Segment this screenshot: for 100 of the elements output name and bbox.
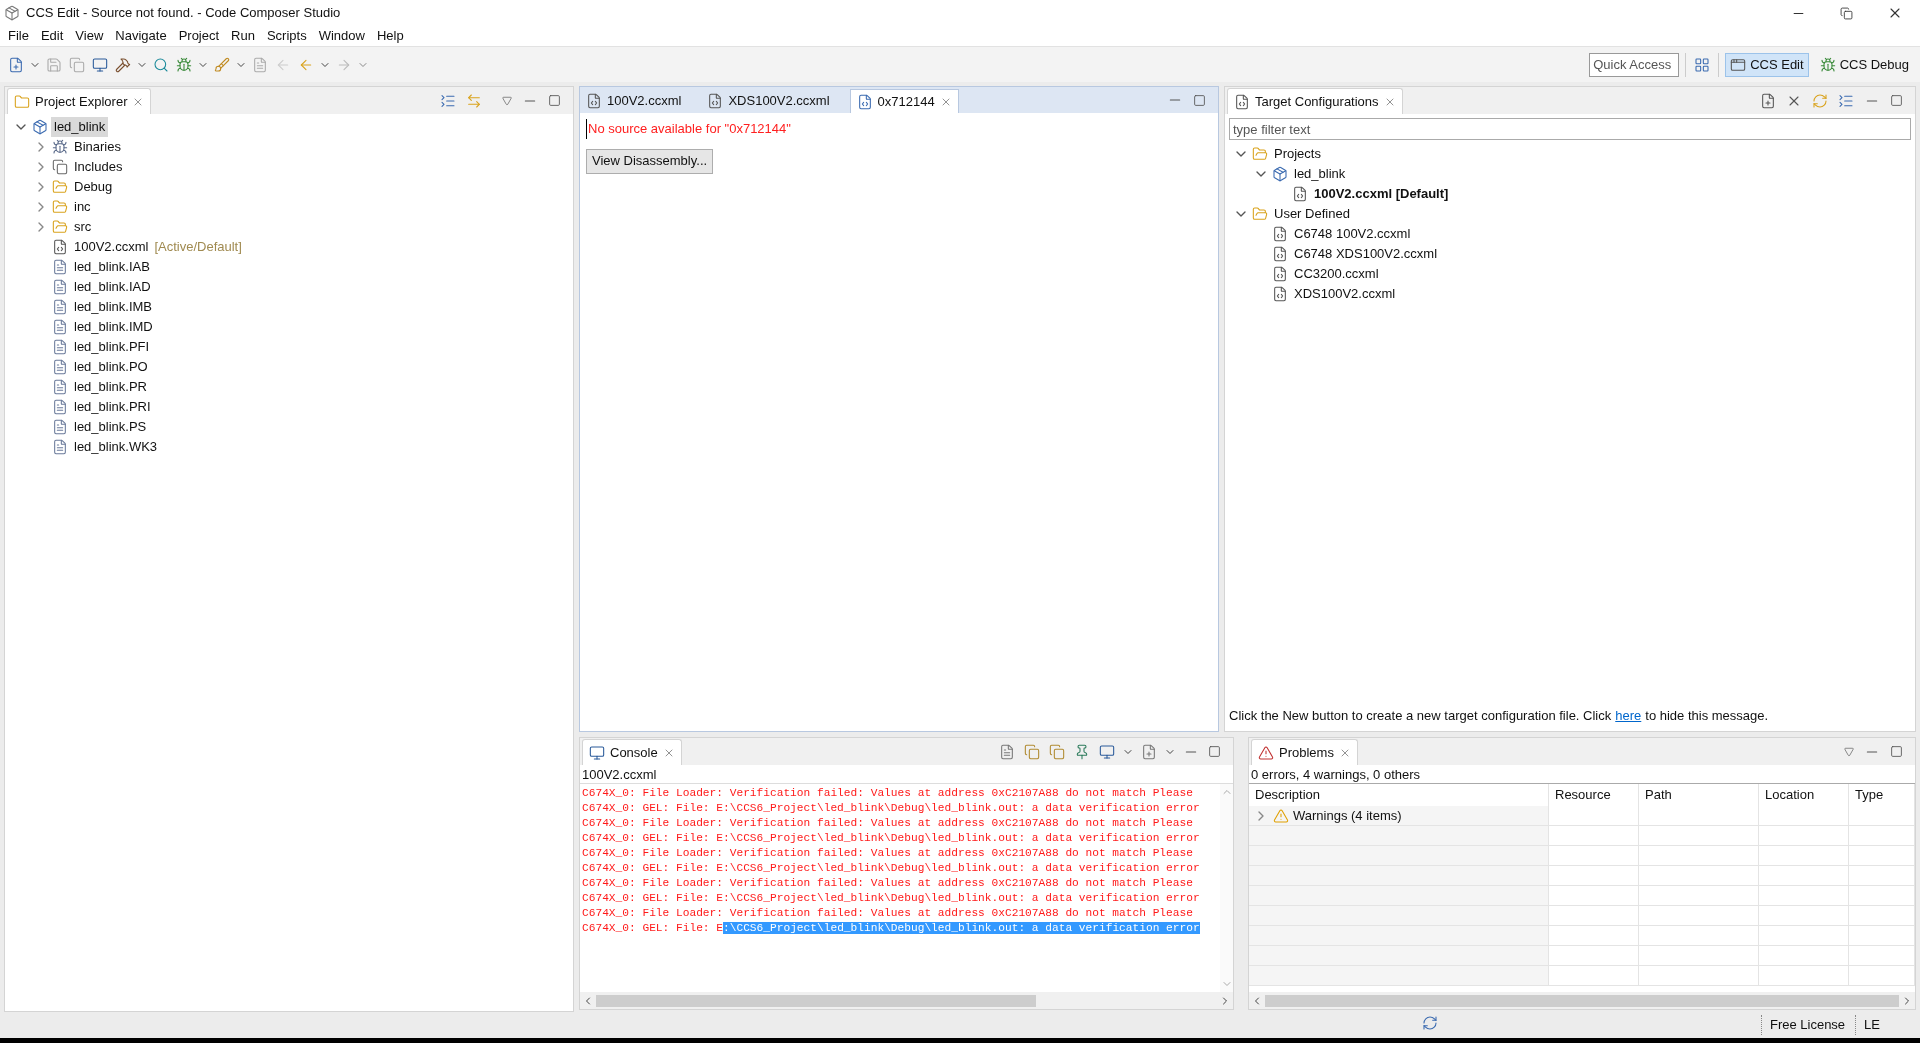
empty-table-cell <box>1849 926 1915 946</box>
folder-icon <box>52 179 68 195</box>
window-title: CCS Edit - Source not found. - Code Composer Studio <box>26 4 341 23</box>
tree-item[interactable]: led_blink.PO <box>71 357 151 377</box>
console-line: C674X_0: GEL: File: E:\CCS6_Project\led_blink\Debug\led_blink.out: a data verification error <box>582 832 1200 844</box>
maximize-icon[interactable] <box>1888 743 1905 760</box>
menu-item[interactable]: Edit <box>34 26 70 46</box>
console-line: C674X_0: File Loader: Verification failed: Values at address 0xC2107A88 do not match Please <box>582 877 1193 889</box>
empty-table-cell <box>1849 866 1915 886</box>
view-tab[interactable]: Target Configurations <box>1227 88 1403 114</box>
empty-table-cell <box>1849 846 1915 866</box>
hint-text: Click the New button to create a new target configuration file. Click <box>1229 706 1612 725</box>
c-file-icon <box>856 93 873 110</box>
view-tab[interactable]: Project Explorer <box>7 88 152 114</box>
tree-item[interactable]: CC3200.ccxml <box>1291 264 1382 284</box>
tree-item[interactable]: led_blink.IMB <box>71 297 156 317</box>
tree-item[interactable]: Includes <box>71 157 126 177</box>
file-icon <box>52 259 68 275</box>
tree-item[interactable]: led_blink.PRI <box>71 397 154 417</box>
quick-access-field[interactable]: Quick Access <box>1589 52 1680 77</box>
status-item: Free License <box>1760 1015 1846 1035</box>
empty-table-cell <box>1849 886 1915 906</box>
editor-tab[interactable]: 0x712144 <box>849 89 959 113</box>
column-header[interactable]: Location <box>1759 784 1849 806</box>
error-message: No source available for "0x712144" <box>586 119 791 139</box>
folder-icon <box>52 219 68 235</box>
config-file-icon <box>1272 226 1288 242</box>
file-icon <box>52 299 68 315</box>
tree-item[interactable]: led_blink.WK3 <box>71 437 161 457</box>
tree-item[interactable]: led_blink.PFI <box>71 337 153 357</box>
tree-item[interactable]: led_blink <box>1291 164 1349 184</box>
view-icon <box>589 744 605 761</box>
file-icon <box>52 439 68 455</box>
file-icon <box>52 319 68 335</box>
menu-item[interactable]: Run <box>225 26 261 46</box>
tree-item[interactable]: src <box>71 217 95 237</box>
menu-item[interactable]: Project <box>172 26 226 46</box>
project-icon <box>32 119 48 135</box>
file-icon <box>52 399 68 415</box>
config-file-icon <box>1272 246 1288 262</box>
menu-item[interactable]: File <box>2 26 35 46</box>
tree-item[interactable]: led_blink.IMD <box>71 317 156 337</box>
hide-message-link[interactable]: here <box>1615 705 1642 725</box>
perspective-button[interactable]: CCS Debug <box>1814 52 1914 77</box>
tree-item[interactable]: led_blink.IAD <box>71 277 154 297</box>
tree-item[interactable]: led_blink.PR <box>71 377 150 397</box>
column-header[interactable]: Resource <box>1549 784 1639 806</box>
problems-summary: 0 errors, 4 warnings, 0 others <box>1250 766 1422 783</box>
console-line: C674X_0: File Loader: Verification failed: Values at address 0xC2107A88 do not match Please <box>582 787 1193 799</box>
tree-item[interactable]: C6748 100V2.ccxml <box>1291 224 1414 244</box>
tree-item[interactable]: Projects <box>1271 144 1324 164</box>
tree-item[interactable]: 100V2.ccxml <box>71 237 152 257</box>
tree-item[interactable]: led_blink.IAB <box>71 257 153 277</box>
selected-text: :\CCS6_Project\led_blink\Debug\led_blink.out: a data verification error <box>723 922 1200 934</box>
maximize-icon[interactable] <box>546 92 563 109</box>
config-file-icon <box>1272 266 1288 282</box>
config-file-icon <box>1292 186 1308 202</box>
console-source: 100V2.ccxml <box>581 766 658 783</box>
menu-item[interactable]: Window <box>312 26 371 46</box>
group-label: Warnings (4 items) <box>1293 806 1402 825</box>
console-line: C674X_0: File Loader: Verification failed: Values at address 0xC2107A88 do not match Please <box>582 817 1193 829</box>
tree-item[interactable]: 100V2.ccxml [Default] <box>1311 184 1452 204</box>
maximize-icon[interactable] <box>1888 92 1905 109</box>
perspective-button[interactable]: CCS Edit <box>1725 52 1809 77</box>
menu-item[interactable]: View <box>69 26 110 46</box>
scrollbar-thumb[interactable] <box>596 994 1036 1007</box>
file-icon <box>52 359 68 375</box>
view-tab[interactable]: Console <box>582 739 682 765</box>
tree-item[interactable]: Binaries <box>71 137 124 157</box>
scrollbar-thumb[interactable] <box>1265 994 1899 1007</box>
menu-item[interactable]: Navigate <box>109 26 173 46</box>
editor-tab[interactable]: XDS100V2.ccxml <box>701 89 836 113</box>
view-icon <box>1258 744 1274 761</box>
tree-item[interactable]: User Defined <box>1271 204 1353 224</box>
menu-item[interactable]: Help <box>370 26 410 46</box>
tree-item[interactable]: led_blink.PS <box>71 417 150 437</box>
console-line: C674X_0: File Loader: Verification failed: Values at address 0xC2107A88 do not match Please <box>582 847 1193 859</box>
console-line: C674X_0: GEL: File: E:\CCS6_Project\led_blink\Debug\led_blink.out: a data verification error <box>582 892 1200 904</box>
column-header[interactable]: Path <box>1639 784 1759 806</box>
group-row-cell[interactable]: Warnings (4 items) <box>1249 806 1549 826</box>
editor-tab[interactable]: 100V2.ccxml <box>580 89 688 113</box>
hint-text: to hide this message. <box>1645 706 1769 725</box>
menu-item[interactable]: Scripts <box>260 26 313 46</box>
tree-item[interactable]: Debug <box>71 177 116 197</box>
view-tab[interactable]: Problems <box>1251 739 1358 765</box>
maximize-icon[interactable] <box>1206 743 1223 760</box>
tree-item[interactable]: C6748 XDS100V2.ccxml <box>1291 244 1441 264</box>
view-disassembly-button[interactable]: View Disassembly... <box>586 148 714 174</box>
tree-item[interactable]: XDS100V2.ccxml <box>1291 284 1399 304</box>
view-icon <box>14 93 30 110</box>
console-line: C674X_0: GEL: File: E:\CCS6_Project\led_blink\Debug\led_blink.out: a data verification error <box>582 802 1200 814</box>
column-header[interactable]: Type <box>1849 784 1915 806</box>
view-icon <box>1234 93 1250 110</box>
warning-icon <box>1273 807 1289 824</box>
tree-item[interactable]: led_blink <box>51 117 109 137</box>
tree-item-decoration: [Active/Default] <box>154 238 242 257</box>
filter-field[interactable]: type filter text <box>1229 118 1911 140</box>
tree-item[interactable]: inc <box>71 197 94 217</box>
empty-table-cell <box>1849 946 1915 966</box>
empty-table-cell <box>1849 806 1915 826</box>
